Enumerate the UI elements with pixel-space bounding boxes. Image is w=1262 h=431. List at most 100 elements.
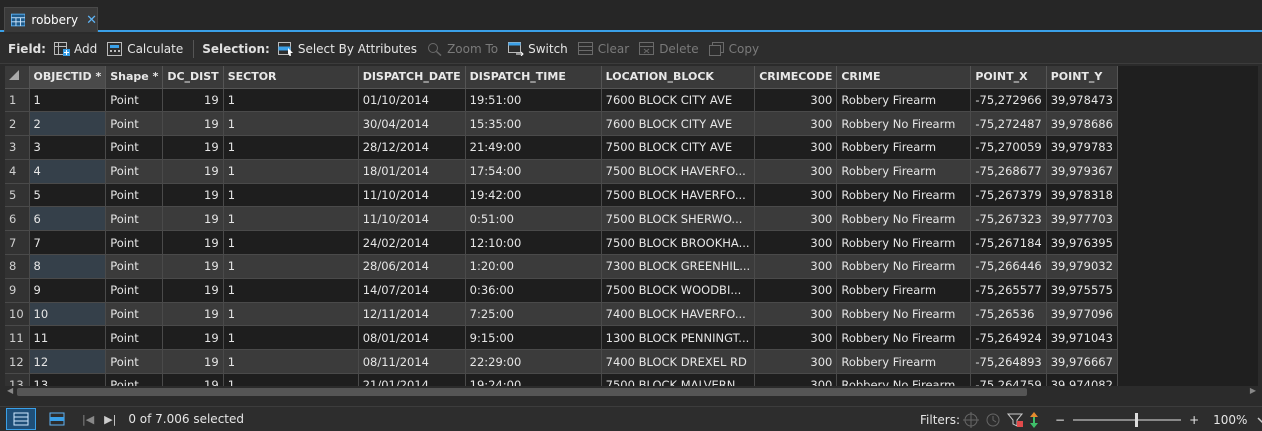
- table-cell[interactable]: 300: [754, 159, 838, 184]
- table-cell[interactable]: 19: [162, 88, 224, 113]
- table-cell[interactable]: 28/12/2014: [358, 135, 466, 160]
- table-cell[interactable]: -75,270059: [970, 135, 1047, 160]
- column-header[interactable]: CRIME: [836, 66, 972, 89]
- table-cell[interactable]: 01/10/2014: [358, 88, 466, 113]
- table-cell[interactable]: 7300 BLOCK GREENHIL...: [601, 254, 756, 279]
- table-cell[interactable]: -75,267323: [970, 206, 1047, 232]
- table-cell[interactable]: 30/04/2014: [358, 111, 466, 137]
- table-cell[interactable]: 39,976395: [1046, 230, 1118, 256]
- table-cell[interactable]: 1: [223, 159, 359, 184]
- row-number[interactable]: 9: [5, 278, 30, 303]
- table-cell[interactable]: 7500 BLOCK MALVERN...: [601, 373, 756, 386]
- table-cell[interactable]: -75,264924: [970, 325, 1047, 351]
- column-header[interactable]: DISPATCH_TIME: [465, 66, 602, 89]
- zoom-out-button[interactable]: −: [1055, 413, 1065, 427]
- table-cell[interactable]: Robbery No Firearm: [836, 373, 972, 386]
- table-cell[interactable]: 7500 BLOCK HAVERFO...: [601, 183, 756, 208]
- table-row[interactable]: 6 6 Point 19 1 11/10/2014 0:51:00 7500 BLOCK SH…: [5, 206, 1118, 232]
- table-cell[interactable]: 13: [29, 373, 107, 386]
- table-cell[interactable]: 300: [754, 183, 838, 208]
- table-cell[interactable]: 18/01/2014: [358, 159, 466, 184]
- column-header[interactable]: DC_DIST: [162, 66, 224, 89]
- table-cell[interactable]: 1300 BLOCK PENNINGT...: [601, 325, 756, 351]
- table-cell[interactable]: 12:10:00: [465, 230, 602, 256]
- table-cell[interactable]: 300: [754, 88, 838, 113]
- table-cell[interactable]: Point: [105, 183, 164, 208]
- table-cell[interactable]: Point: [105, 325, 164, 351]
- horizontal-scrollbar[interactable]: ◀ ▶: [5, 386, 1258, 398]
- table-cell[interactable]: Robbery No Firearm: [836, 111, 972, 137]
- extent-filter-icon[interactable]: [962, 411, 980, 429]
- table-cell[interactable]: Robbery No Firearm: [836, 206, 972, 232]
- switch-selection-button[interactable]: Switch: [508, 41, 568, 56]
- first-record-icon[interactable]: |◀: [82, 413, 94, 426]
- table-cell[interactable]: Robbery No Firearm: [836, 230, 972, 256]
- close-icon[interactable]: ✕: [86, 13, 97, 28]
- select-by-attributes-button[interactable]: Select By Attributes: [277, 41, 417, 56]
- delete-selection-button[interactable]: Delete: [639, 41, 699, 56]
- table-row[interactable]: 10 10 Point 19 1 12/11/2014 7:25:00 7400 BLOCK …: [5, 302, 1118, 327]
- row-number[interactable]: 1: [5, 88, 30, 113]
- table-cell[interactable]: -75,272487: [970, 111, 1047, 137]
- table-cell[interactable]: 19: [162, 325, 224, 351]
- tab-robbery[interactable]: robbery ✕: [4, 7, 98, 32]
- table-cell[interactable]: Robbery Firearm: [836, 349, 972, 375]
- table-cell[interactable]: 19:51:00: [465, 88, 602, 113]
- table-cell[interactable]: 300: [754, 111, 838, 137]
- show-selected-records-button[interactable]: [42, 408, 72, 430]
- table-cell[interactable]: Robbery No Firearm: [836, 183, 972, 208]
- table-cell[interactable]: 1: [223, 206, 359, 232]
- table-cell[interactable]: -75,265577: [970, 278, 1047, 303]
- table-row[interactable]: 5 5 Point 19 1 11/10/2014 19:42:00 7500 BLOCK H…: [5, 183, 1118, 208]
- column-header[interactable]: POINT_X: [970, 66, 1047, 89]
- table-cell[interactable]: 19: [162, 135, 224, 160]
- time-filter-icon[interactable]: [984, 411, 1002, 429]
- table-cell[interactable]: 1: [223, 230, 359, 256]
- row-number[interactable]: 2: [5, 111, 30, 137]
- table-cell[interactable]: 39,979032: [1046, 254, 1118, 279]
- column-header[interactable]: DISPATCH_DATE: [358, 66, 466, 89]
- table-cell[interactable]: 39,975575: [1046, 278, 1118, 303]
- table-cell[interactable]: 10: [29, 302, 107, 327]
- table-cell[interactable]: Point: [105, 111, 164, 137]
- table-cell[interactable]: Robbery Firearm: [836, 159, 972, 184]
- table-cell[interactable]: 39,977096: [1046, 302, 1118, 327]
- row-number[interactable]: 5: [5, 183, 30, 208]
- table-cell[interactable]: -75,272966: [970, 88, 1047, 113]
- table-cell[interactable]: 300: [754, 325, 838, 351]
- table-cell[interactable]: 11: [29, 325, 107, 351]
- table-cell[interactable]: 4: [29, 159, 107, 184]
- table-cell[interactable]: 19:24:00: [465, 373, 602, 386]
- table-cell[interactable]: 19: [162, 159, 224, 184]
- table-cell[interactable]: 21/01/2014: [358, 373, 466, 386]
- table-row[interactable]: 9 9 Point 19 1 14/07/2014 0:36:00 7500 BLOCK WO…: [5, 278, 1118, 303]
- scroll-left-icon[interactable]: ◀: [7, 386, 13, 395]
- sort-arrows-icon[interactable]: [1028, 411, 1040, 429]
- table-row[interactable]: 4 4 Point 19 1 18/01/2014 17:54:00 7500 BLOCK H…: [5, 159, 1118, 184]
- row-number[interactable]: 6: [5, 206, 30, 232]
- zoom-slider[interactable]: [1073, 412, 1182, 427]
- table-cell[interactable]: 9:15:00: [465, 325, 602, 351]
- table-cell[interactable]: Robbery Firearm: [836, 88, 972, 113]
- column-header[interactable]: POINT_Y: [1046, 66, 1118, 89]
- table-cell[interactable]: 7500 BLOCK SHERWO...: [601, 206, 756, 232]
- table-cell[interactable]: 0:36:00: [465, 278, 602, 303]
- table-cell[interactable]: 39,978473: [1046, 88, 1118, 113]
- table-cell[interactable]: 14/07/2014: [358, 278, 466, 303]
- table-cell[interactable]: 17:54:00: [465, 159, 602, 184]
- table-cell[interactable]: 300: [754, 302, 838, 327]
- table-cell[interactable]: 1: [223, 373, 359, 386]
- table-row[interactable]: 3 3 Point 19 1 28/12/2014 21:49:00 7500 BLOCK C…: [5, 135, 1118, 160]
- table-cell[interactable]: 19: [162, 302, 224, 327]
- column-header[interactable]: Shape *: [105, 66, 164, 89]
- show-all-records-button[interactable]: [6, 408, 36, 430]
- table-cell[interactable]: 1: [223, 135, 359, 160]
- table-cell[interactable]: 300: [754, 230, 838, 256]
- table-cell[interactable]: Point: [105, 135, 164, 160]
- table-cell[interactable]: 7500 BLOCK WOODBI...: [601, 278, 756, 303]
- table-cell[interactable]: 6: [29, 206, 107, 232]
- calculate-field-button[interactable]: Calculate: [107, 41, 183, 56]
- table-cell[interactable]: -75,266446: [970, 254, 1047, 279]
- table-cell[interactable]: Point: [105, 206, 164, 232]
- table-cell[interactable]: 28/06/2014: [358, 254, 466, 279]
